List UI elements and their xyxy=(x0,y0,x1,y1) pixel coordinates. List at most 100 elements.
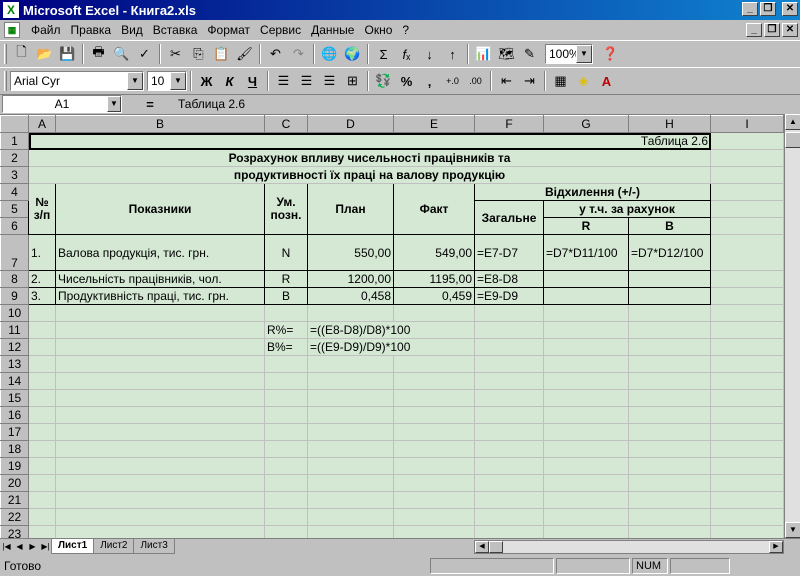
row-header[interactable]: 15 xyxy=(0,389,29,407)
row-header[interactable]: 7 xyxy=(0,234,29,271)
table-row-3-r[interactable] xyxy=(543,287,629,305)
close-button[interactable]: ✕ xyxy=(782,2,798,16)
horizontal-scrollbar[interactable]: ◀ ▶ xyxy=(474,540,784,554)
align-center-icon[interactable]: ☰ xyxy=(295,70,318,92)
header-no[interactable]: № з/п xyxy=(28,183,56,235)
cell-b-percent-formula[interactable]: =((E9-D9)/D9)*100 xyxy=(307,338,475,356)
chart-wizard-icon[interactable]: 📊 xyxy=(472,43,495,65)
doc-close-button[interactable]: ✕ xyxy=(782,23,798,37)
sheet-tab-3[interactable]: Лист3 xyxy=(133,539,175,554)
table-row-1-total[interactable]: =E7-D7 xyxy=(474,234,544,271)
currency-icon[interactable]: 💱 xyxy=(372,70,395,92)
doc-minimize-button[interactable]: _ xyxy=(746,23,762,37)
table-row-1-unit[interactable]: N xyxy=(264,234,308,271)
table-row-1-r[interactable]: =D7*D11/100 xyxy=(543,234,629,271)
cut-icon[interactable]: ✂ xyxy=(164,43,187,65)
row-header[interactable]: 14 xyxy=(0,372,29,390)
minimize-button[interactable]: _ xyxy=(742,2,758,16)
chevron-down-icon[interactable]: ▼ xyxy=(576,45,592,63)
table-row-2-name[interactable]: Чисельність працівників, чол. xyxy=(55,270,265,288)
row-header[interactable]: 23 xyxy=(0,525,29,538)
header-b[interactable]: B xyxy=(628,217,711,235)
restore-button[interactable]: ❐ xyxy=(760,2,776,16)
header-fact[interactable]: Факт xyxy=(393,183,475,235)
row-header[interactable]: 3 xyxy=(0,166,29,184)
print-icon[interactable]: 🖶 xyxy=(87,43,110,65)
row-header[interactable]: 20 xyxy=(0,474,29,492)
align-right-icon[interactable]: ☰ xyxy=(318,70,341,92)
bold-button[interactable]: Ж xyxy=(195,70,218,92)
row-header[interactable]: 8 xyxy=(0,270,29,288)
col-header-i[interactable]: I xyxy=(710,115,784,133)
cell-a1-caption[interactable]: Таблица 2.6 xyxy=(28,132,711,150)
table-row-3-total[interactable]: =E9-D9 xyxy=(474,287,544,305)
web-toolbar-icon[interactable]: 🌍 xyxy=(341,43,364,65)
row-header[interactable]: 5 xyxy=(0,200,29,218)
menu-window[interactable]: Окно xyxy=(359,23,397,37)
row-header[interactable]: 9 xyxy=(0,287,29,305)
cell-r-percent-label[interactable]: R%= xyxy=(264,321,308,339)
row-header[interactable]: 1 xyxy=(0,132,29,150)
equals-sign[interactable]: = xyxy=(122,97,178,112)
cell[interactable] xyxy=(710,132,784,150)
cell-r-percent-formula[interactable]: =((E8-D8)/D8)*100 xyxy=(307,321,475,339)
header-r[interactable]: R xyxy=(543,217,629,235)
table-row-2-fact[interactable]: 1195,00 xyxy=(393,270,475,288)
table-row-1-b[interactable]: =D7*D12/100 xyxy=(628,234,711,271)
merge-center-icon[interactable]: ⊞ xyxy=(341,70,364,92)
row-header[interactable]: 4 xyxy=(0,183,29,201)
doc-restore-button[interactable]: ❐ xyxy=(764,23,780,37)
fill-color-icon[interactable]: ◈ xyxy=(572,70,595,92)
first-sheet-icon[interactable]: |◀ xyxy=(0,540,13,554)
row-header[interactable]: 2 xyxy=(0,149,29,167)
scroll-up-icon[interactable]: ▲ xyxy=(785,114,800,130)
drawing-icon[interactable]: ✎ xyxy=(518,43,541,65)
redo-icon[interactable]: ↷ xyxy=(287,43,310,65)
row-header[interactable]: 19 xyxy=(0,457,29,475)
save-icon[interactable]: 💾 xyxy=(56,43,79,65)
row-header[interactable]: 16 xyxy=(0,406,29,424)
borders-icon[interactable]: ▦ xyxy=(549,70,572,92)
col-header-a[interactable]: A xyxy=(28,115,56,133)
toolbar-grip[interactable] xyxy=(4,71,7,91)
font-select[interactable]: Arial Cyr ▼ xyxy=(10,71,144,91)
header-deviation[interactable]: Відхилення (+/-) xyxy=(474,183,711,201)
name-box[interactable]: A1 ▼ xyxy=(2,95,122,113)
cell[interactable] xyxy=(710,200,784,218)
cell-b-percent-label[interactable]: B%= xyxy=(264,338,308,356)
select-all-corner[interactable] xyxy=(0,115,29,133)
table-row-1-name[interactable]: Валова продукція, тис. грн. xyxy=(55,234,265,271)
help-icon[interactable]: ❓ xyxy=(599,43,622,65)
menu-insert[interactable]: Вставка xyxy=(148,23,203,37)
chevron-down-icon[interactable]: ▼ xyxy=(127,72,143,90)
cell[interactable] xyxy=(710,183,784,201)
decrease-decimal-icon[interactable]: .00 xyxy=(464,70,487,92)
col-header-e[interactable]: E xyxy=(393,115,475,133)
col-header-d[interactable]: D xyxy=(307,115,394,133)
sort-ascending-icon[interactable]: ↓ xyxy=(418,43,441,65)
table-row-2-r[interactable] xyxy=(543,270,629,288)
table-row-3-fact[interactable]: 0,459 xyxy=(393,287,475,305)
header-including[interactable]: у т.ч. за рахунок xyxy=(543,200,711,218)
table-row-2-b[interactable] xyxy=(628,270,711,288)
print-preview-icon[interactable]: 🔍 xyxy=(110,43,133,65)
table-row-3-plan[interactable]: 0,458 xyxy=(307,287,394,305)
formula-input[interactable]: Таблица 2.6 xyxy=(178,97,245,111)
row-header[interactable]: 18 xyxy=(0,440,29,458)
menu-help[interactable]: ? xyxy=(397,23,414,37)
function-icon[interactable]: fₓ xyxy=(395,43,418,65)
sheet-tab-1[interactable]: Лист1 xyxy=(51,539,95,554)
toolbar-grip[interactable] xyxy=(4,44,7,64)
scroll-down-icon[interactable]: ▼ xyxy=(785,522,800,538)
table-row-1-no[interactable]: 1. xyxy=(28,234,56,271)
open-icon[interactable]: 📂 xyxy=(33,43,56,65)
table-title-line1[interactable]: Розрахунок впливу чисельності працівникі… xyxy=(28,149,711,167)
map-icon[interactable]: 🗺 xyxy=(495,43,518,65)
decrease-indent-icon[interactable]: ⇤ xyxy=(495,70,518,92)
chevron-down-icon[interactable]: ▼ xyxy=(107,96,121,112)
new-icon[interactable]: 🗋 xyxy=(10,43,33,65)
table-row-3-no[interactable]: 3. xyxy=(28,287,56,305)
comma-button[interactable]: , xyxy=(418,70,441,92)
spelling-icon[interactable]: ✓ xyxy=(133,43,156,65)
hyperlink-icon[interactable]: 🌐 xyxy=(318,43,341,65)
